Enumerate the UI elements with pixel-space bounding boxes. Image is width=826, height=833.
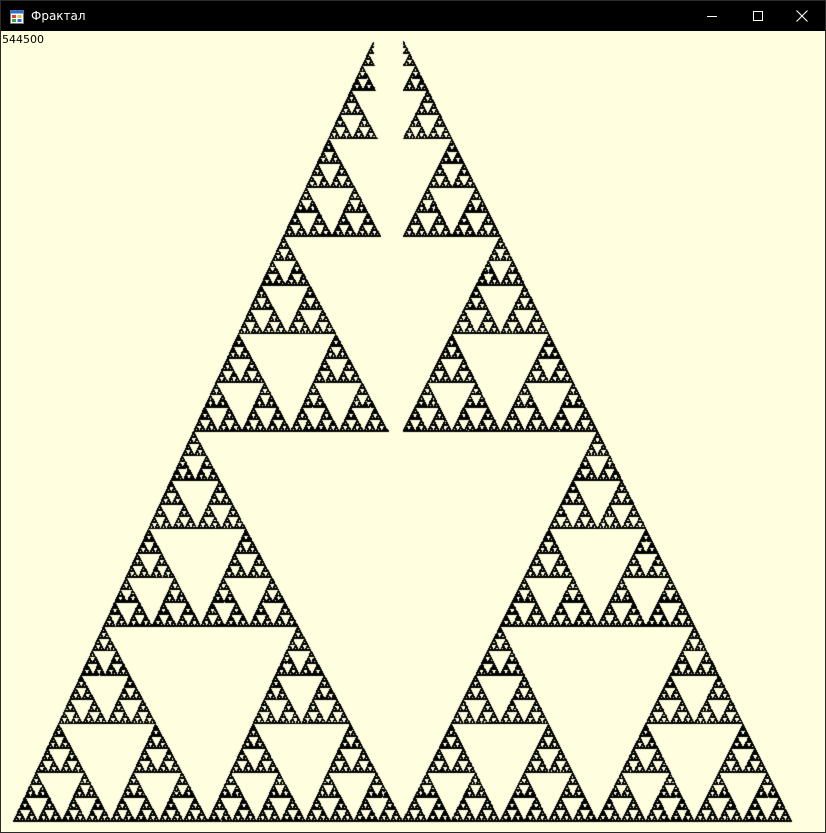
app-window: Фрактал 544500 bbox=[0, 0, 826, 833]
fractal-canvas[interactable] bbox=[1, 31, 825, 832]
maximize-icon bbox=[753, 11, 763, 21]
form-app-icon[interactable] bbox=[10, 9, 24, 24]
close-button[interactable] bbox=[779, 1, 825, 31]
close-icon bbox=[796, 10, 808, 22]
maximize-button[interactable] bbox=[735, 1, 781, 31]
title-bar[interactable]: Фрактал bbox=[1, 1, 825, 31]
window-title: Фрактал bbox=[31, 9, 86, 23]
minimize-button[interactable] bbox=[689, 1, 735, 31]
point-counter-label: 544500 bbox=[2, 33, 44, 46]
client-area[interactable]: 544500 bbox=[1, 31, 825, 832]
minimize-icon bbox=[707, 16, 717, 17]
